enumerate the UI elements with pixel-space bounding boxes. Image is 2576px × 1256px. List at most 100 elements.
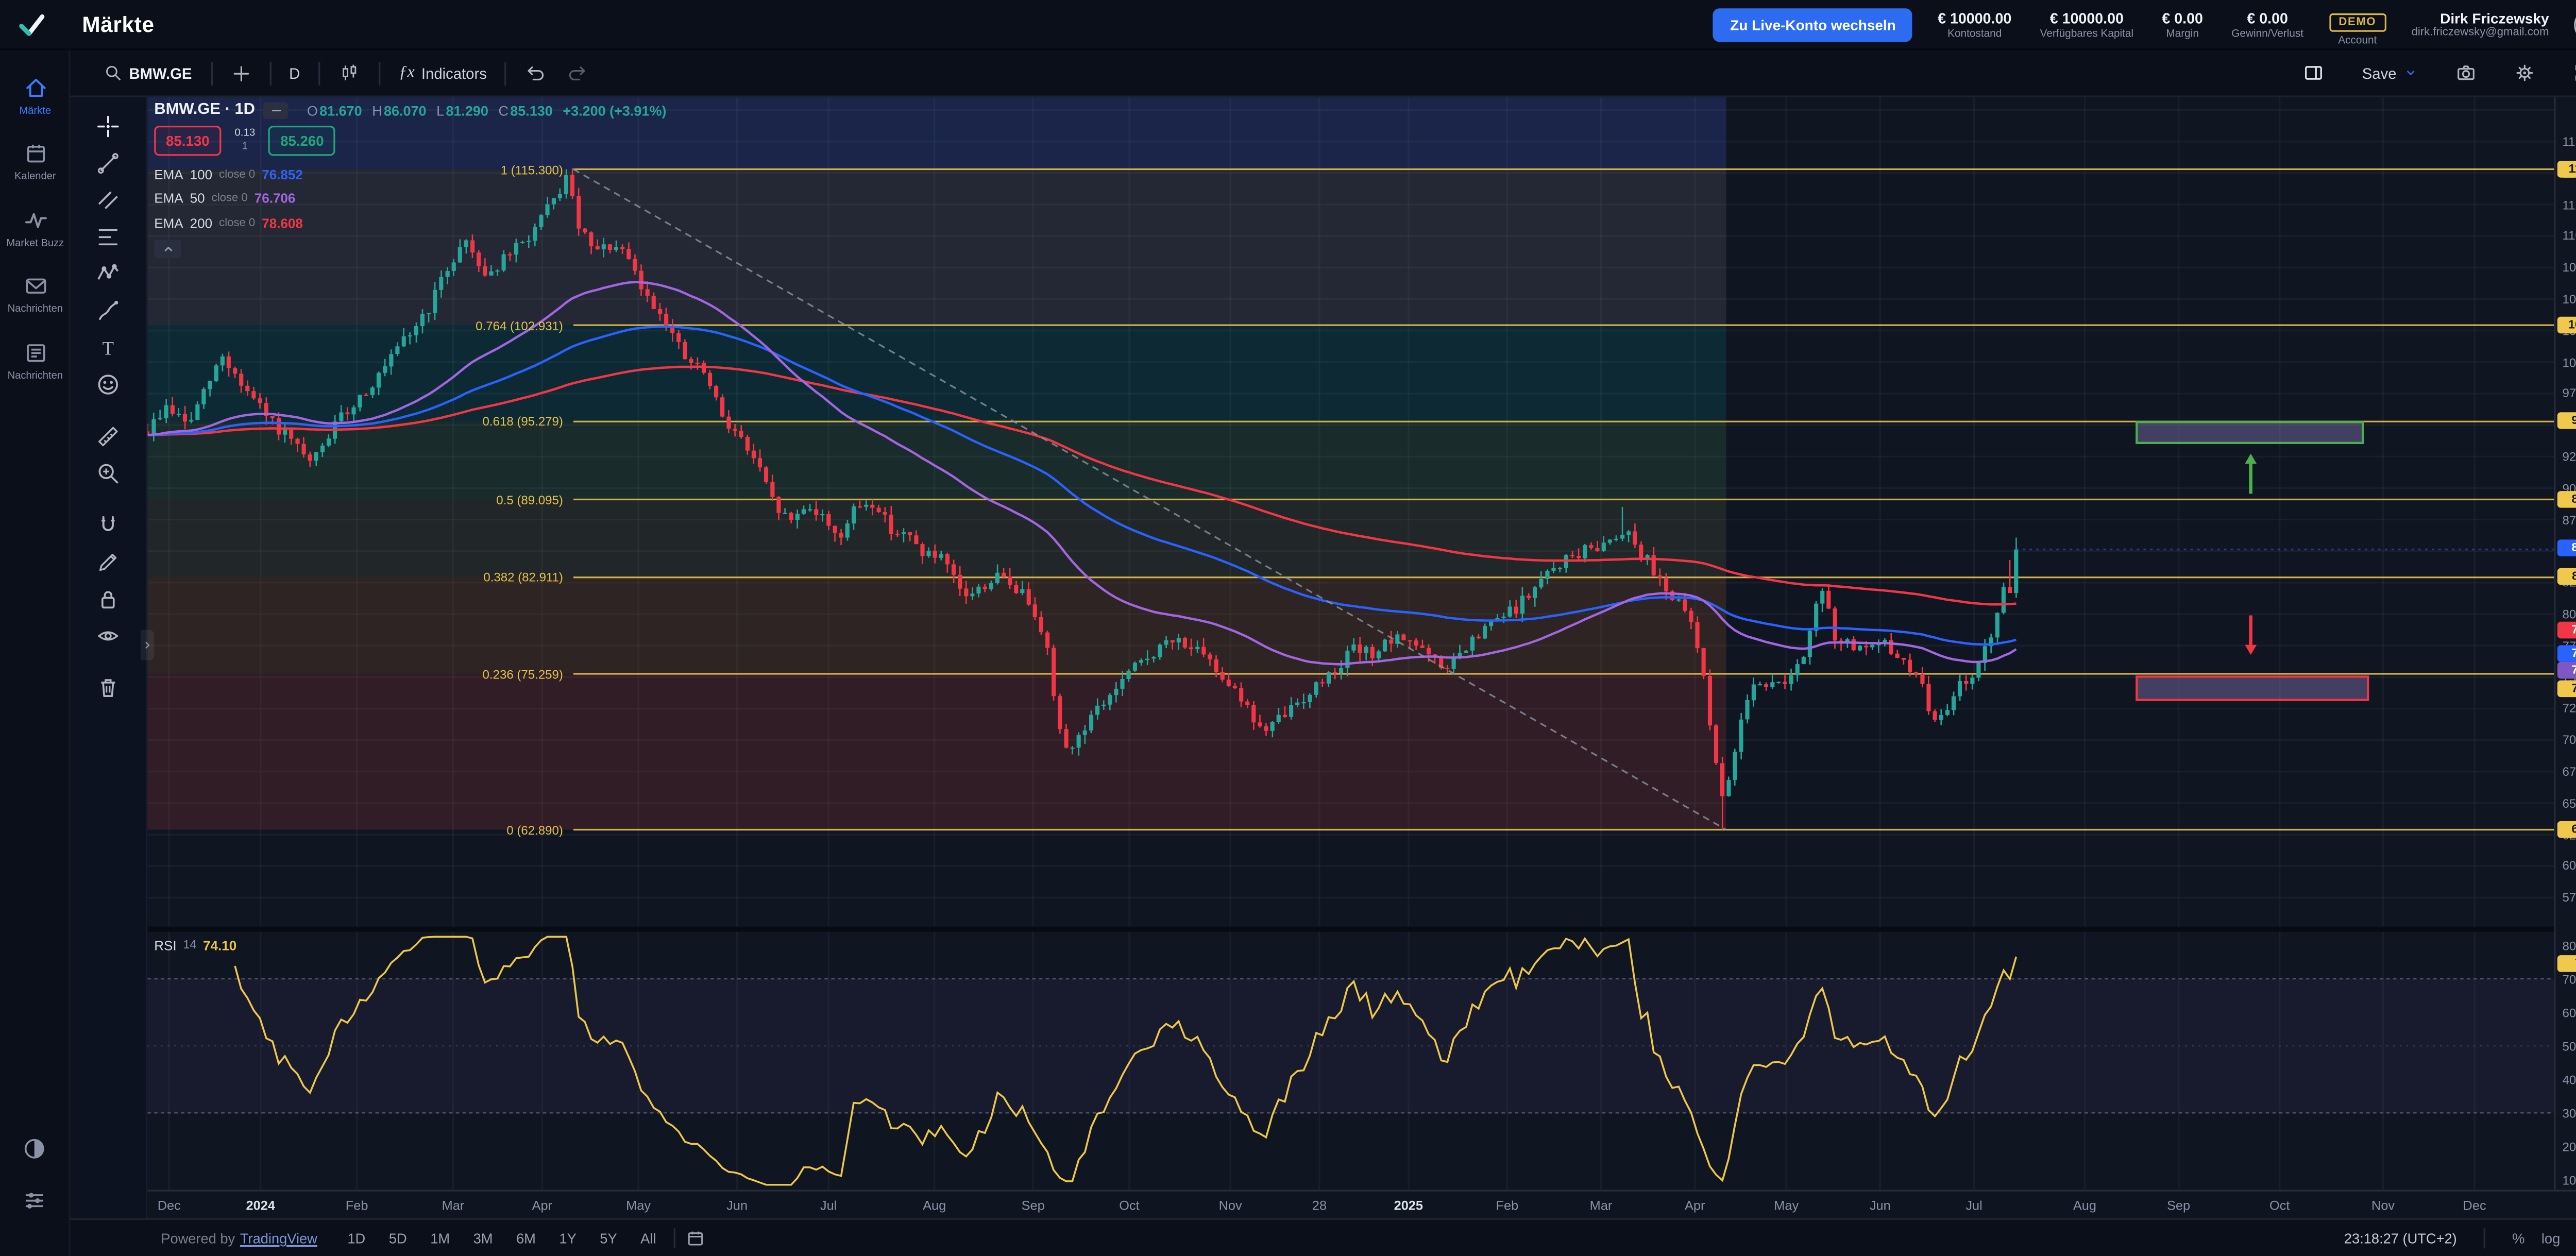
price-tick: 110.000 [2563,228,2576,243]
legend-more-button[interactable] [263,101,289,118]
candles-icon [338,62,360,83]
scale-mode-log[interactable]: log [2541,1230,2560,1247]
indicators-button[interactable]: ƒx Indicators [389,55,497,92]
crosshair-tool[interactable] [70,107,147,144]
channel-tool[interactable] [70,181,147,218]
tradingview-link[interactable]: TradingView [240,1230,317,1247]
demo-account-block: DEMO Account [2329,3,2386,46]
range-1y[interactable]: 1Y [552,1227,583,1250]
fib-tool[interactable] [70,218,147,255]
symbol-title[interactable]: BMW.GE · 1D [154,100,255,119]
stat-label: Kontostand [1938,28,2011,40]
chart-toolbar: BMW.GE D ƒx Indicators Save [71,50,2576,97]
account-stat: € 10000.00Kontostand [1938,9,2011,40]
buy-button[interactable]: 85.260 [268,126,335,156]
chart-style-button[interactable] [329,55,370,92]
range-6m[interactable]: 6M [510,1227,543,1250]
rsi-pane[interactable] [147,932,2554,1190]
chart-legend: BMW.GE · 1D O81.670 H86.070 L81.290 C85.… [154,100,666,257]
emoji-tool[interactable] [70,365,147,402]
time-axis[interactable]: Dec2024FebMarAprMayJunJulAugSepOctNov282… [147,1190,2576,1218]
add-symbol-button[interactable] [221,55,261,92]
save-label: Save [2362,64,2397,81]
sidebar-item-calendar[interactable]: Kalender [0,130,71,196]
indicator-name: EMA [154,167,183,182]
trash-tool[interactable] [70,669,147,706]
theme-toggle-icon[interactable] [22,1136,47,1161]
go-to-date-icon[interactable] [685,1228,705,1248]
range-5d[interactable]: 5D [382,1227,414,1250]
rsi-length: 14 [183,940,196,952]
user-email: dirk.friczewsky@gmail.com [2412,27,2549,39]
sidebar-item-label: Nachrichten [8,370,63,382]
undo-button[interactable] [515,55,557,92]
camera-icon [2455,62,2477,83]
clock[interactable]: 23:18:27 (UTC+2) [2344,1230,2457,1247]
drawing-toolbar-collapse-handle[interactable] [141,630,154,660]
indicator-value: 76.852 [262,167,303,182]
lock-tool[interactable] [70,580,147,617]
indicator-legend-row[interactable]: EMA200close 078.608 [154,211,666,235]
preferences-icon[interactable] [22,1188,47,1213]
stat-label: Verfügbares Kapital [2040,28,2133,40]
magnet-tool[interactable] [70,506,147,543]
stat-label: Margin [2162,28,2203,40]
high-label: H [372,101,382,118]
price-scale[interactable]: 117.500115.000112.500110.000107.500105.0… [2554,97,2576,1190]
rsi-tick: 80.00 [2563,938,2576,953]
ruler-tool[interactable] [70,417,147,454]
settings-button[interactable] [2504,55,2546,92]
range-3m[interactable]: 3M [467,1227,500,1250]
sidebar-item-news[interactable]: Nachrichten [0,328,71,394]
fullscreen-button[interactable] [2563,55,2576,92]
rsi-legend[interactable]: RSI 14 74.10 [154,939,236,954]
indicator-params: close 0 [212,193,248,205]
trend-tool[interactable] [70,144,147,181]
time-axis-label: Feb [346,1198,368,1213]
fib-band [147,500,1726,578]
home-icon [23,75,48,100]
time-axis-label: Dec [2463,1198,2486,1213]
redo-button[interactable] [557,55,599,92]
zoom-tool[interactable] [70,454,147,491]
app-logo-icon[interactable] [17,9,47,40]
switch-to-live-button[interactable]: Zu Live-Konto wechseln [1714,8,1913,41]
range-1d[interactable]: 1D [341,1227,372,1250]
scale-mode-percent[interactable]: % [2512,1230,2524,1247]
sidebar-item-mail[interactable]: Nachrichten [0,262,71,328]
text-tool[interactable] [70,329,147,366]
avatar[interactable] [2574,8,2576,41]
user-block[interactable]: Dirk Friczewsky dirk.friczewsky@gmail.co… [2412,10,2549,39]
low-label: L [436,101,444,118]
sidebar-item-buzz[interactable]: Market Buzz [0,196,71,262]
eye-tool[interactable] [70,617,147,654]
panel-toggle-button[interactable] [2293,55,2335,92]
sell-button[interactable]: 85.130 [154,126,221,156]
legend-collapse-button[interactable] [154,239,181,258]
search-icon [104,64,123,82]
rsi-value: 74.10 [203,939,236,954]
range-5y[interactable]: 5Y [593,1227,623,1250]
sidebar-item-home[interactable]: Märkte [0,64,71,130]
time-axis-label: Jun [1870,1198,1891,1213]
target-zone-rect [2137,676,2368,700]
save-button[interactable]: Save [2352,55,2428,92]
interval-button[interactable]: D [279,55,310,92]
news-icon [23,340,48,365]
rsi-tick: 60.00 [2563,1005,2576,1020]
indicator-length: 200 [190,216,212,231]
stat-value: € 0.00 [2162,9,2203,26]
calendar-icon [23,142,48,167]
price-tick: 80.000 [2563,606,2576,621]
close-label: C [499,101,509,118]
indicator-legend-row[interactable]: EMA50close 076.706 [154,187,666,211]
indicator-legend-row[interactable]: EMA100close 076.852 [154,163,666,187]
pencil-tool[interactable] [70,543,147,580]
pattern-tool[interactable] [70,254,147,292]
range-1m[interactable]: 1M [423,1227,456,1250]
screenshot-button[interactable] [2445,55,2487,92]
symbol-search-button[interactable]: BMW.GE [94,55,202,92]
range-all[interactable]: All [634,1227,663,1250]
pane-separator[interactable] [147,927,2576,932]
brush-tool[interactable] [70,292,147,329]
